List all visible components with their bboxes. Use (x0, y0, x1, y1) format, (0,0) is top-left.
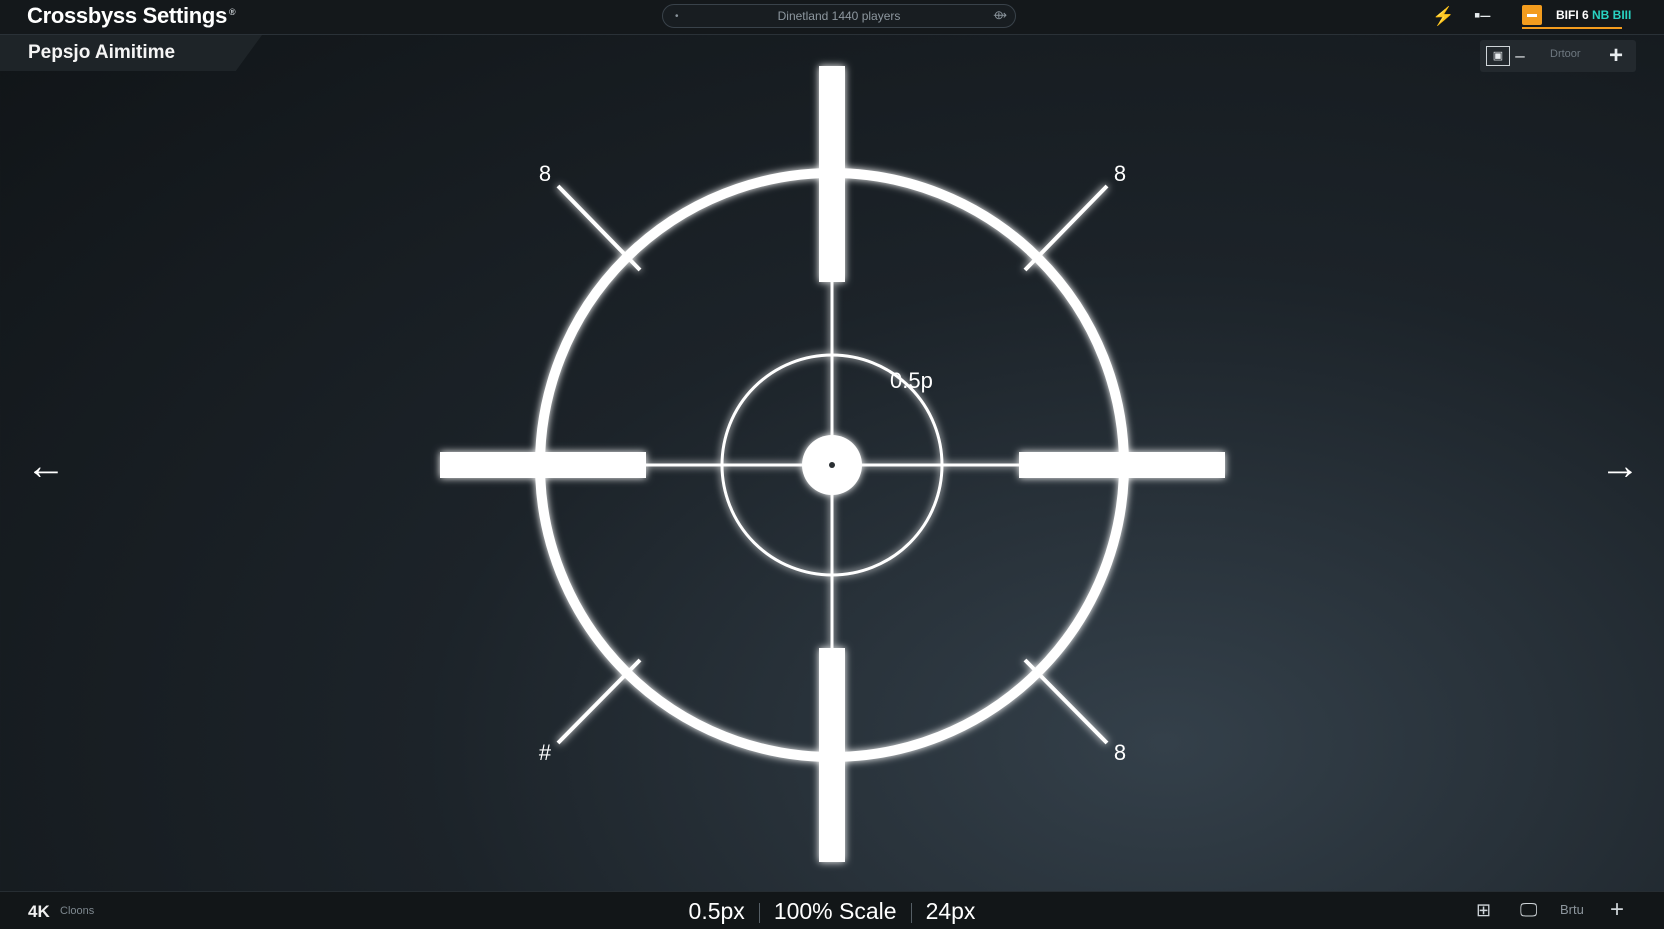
divider (910, 902, 912, 923)
corner-label-bottom-right: 8 (1114, 740, 1126, 765)
bar-right[interactable] (1019, 452, 1225, 478)
monitor-icon[interactable]: 🖵 (1520, 900, 1537, 921)
bar-bottom[interactable] (819, 648, 845, 862)
bar-top[interactable] (819, 66, 845, 282)
tick-top-right (1023, 184, 1109, 272)
grid-icon[interactable]: ⊞ (1476, 900, 1491, 921)
crosshair-preview: 0.5p 8 8 # 8 (440, 66, 1225, 862)
preset-label[interactable]: Brtu (1560, 902, 1584, 917)
add-icon[interactable]: + (1610, 896, 1624, 924)
arrow-right-icon[interactable]: → (1600, 446, 1640, 486)
tick-bottom-left (556, 658, 642, 745)
tick-bottom-right (1023, 658, 1109, 745)
divider (758, 902, 760, 923)
center-pixel (829, 462, 835, 468)
bottom-bar: 4K Cloons 0.5px 100% Scale 24px ⊞ 🖵 Brtu + (0, 891, 1664, 929)
tick-top-left (556, 184, 642, 272)
gap-label: 0.5p (890, 368, 933, 393)
crosshair-stats: 0.5px 100% Scale 24px (0, 898, 1664, 925)
corner-label-top-right: 8 (1114, 161, 1126, 186)
stat-size: 24px (925, 898, 976, 924)
corner-label-bottom-left: # (539, 740, 552, 765)
arrow-left-icon[interactable]: ← (26, 446, 66, 486)
stat-scale: 100% Scale (773, 898, 897, 924)
bar-left[interactable] (440, 452, 646, 478)
stat-thickness: 0.5px (688, 898, 745, 924)
corner-label-top-left: 8 (539, 161, 551, 186)
